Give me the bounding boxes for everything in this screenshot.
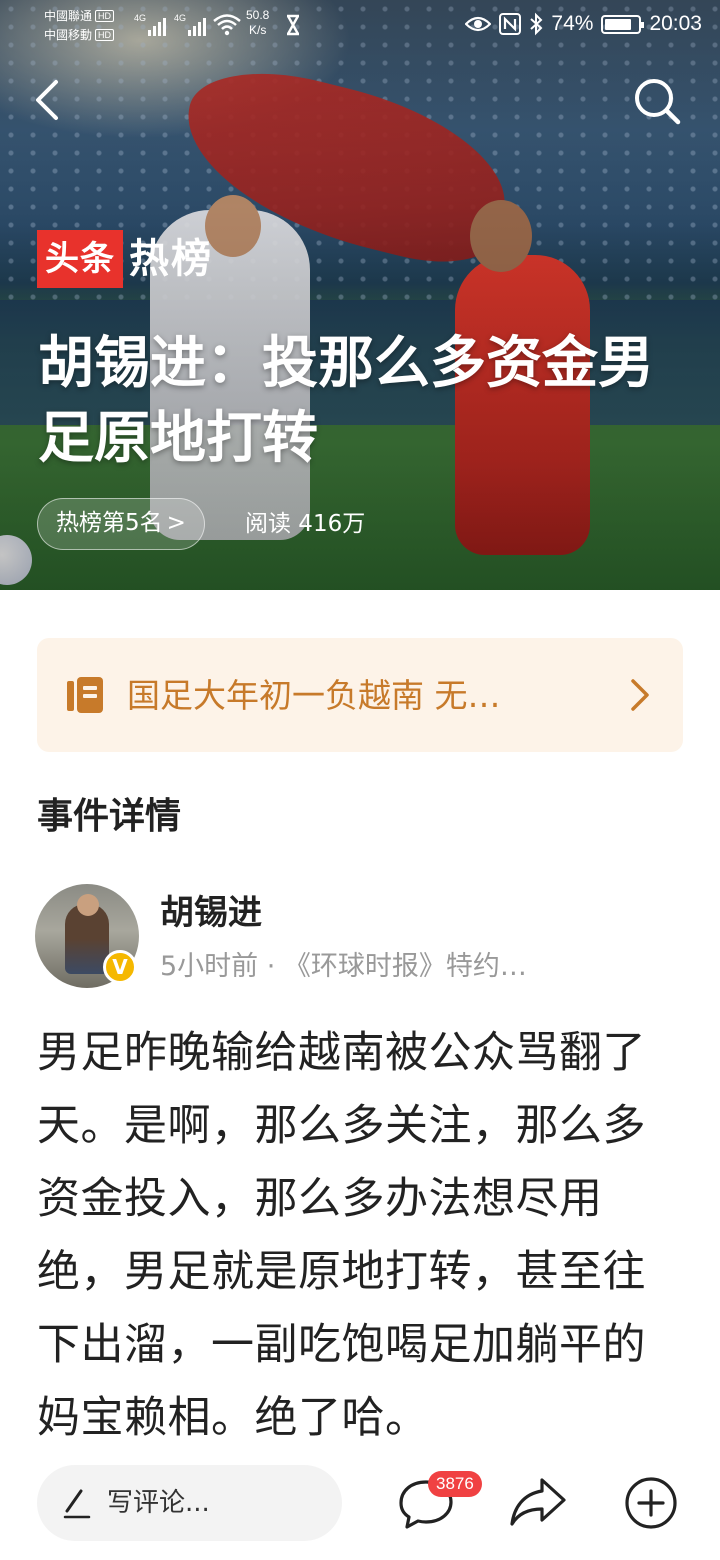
plus-circle-icon[interactable]	[624, 1476, 678, 1530]
hero-banner: 中國聯通 HD 中國移動 HD 4G 4G 50.8 K/s 74% 20:03…	[0, 0, 720, 590]
carrier-2-label: 中國移動	[44, 28, 93, 42]
rank-label: 热榜第5名	[56, 510, 163, 536]
signal-1-icon: 4G	[134, 14, 167, 36]
comment-input[interactable]: 写评论...	[37, 1465, 342, 1541]
carrier-1-label: 中國聯通	[44, 9, 93, 23]
eye-icon	[465, 16, 492, 32]
author-meta: 5小时前 · 《环球时报》特约…	[160, 951, 527, 982]
battery-icon	[601, 14, 645, 34]
verified-badge-icon: V	[103, 950, 137, 984]
signal-2-icon: 4G	[174, 14, 207, 36]
status-time: 20:03	[649, 12, 702, 35]
book-icon	[67, 677, 103, 713]
search-icon[interactable]	[632, 76, 682, 126]
hd-badge-1: HD	[95, 10, 115, 22]
chevron-right-icon: >	[166, 510, 186, 536]
brand-hotlist-label: 热榜	[129, 236, 213, 282]
carrier-info: 中國聯通 HD 中國移動 HD	[44, 7, 115, 45]
status-bar: 中國聯通 HD 中國移動 HD 4G 4G 50.8 K/s 74% 20:03	[0, 0, 720, 52]
share-icon[interactable]	[508, 1474, 568, 1530]
chevron-right-icon	[631, 679, 649, 711]
related-topic-card[interactable]: 国足大年初一负越南 无…	[37, 638, 683, 752]
rank-pill-button[interactable]: 热榜第5名 >	[37, 498, 205, 550]
hot-list-brand: 头条 热榜	[37, 230, 213, 288]
author-name[interactable]: 胡锡进	[160, 888, 262, 938]
comment-placeholder: 写评论...	[107, 1488, 210, 1518]
avatar-figure-head	[77, 894, 99, 916]
status-right: 74% 20:03	[465, 12, 702, 36]
section-heading: 事件详情	[37, 796, 182, 837]
topic-title: 国足大年初一负越南 无…	[127, 676, 501, 715]
comment-count-badge: 3876	[428, 1471, 482, 1497]
hd-badge-2: HD	[95, 29, 115, 41]
net-speed: 50.8 K/s	[246, 8, 270, 37]
nfc-icon	[499, 13, 522, 35]
read-count: 阅读 416万	[245, 511, 366, 537]
bluetooth-icon	[530, 12, 543, 36]
wifi-icon	[213, 14, 241, 36]
back-arrow-icon[interactable]	[28, 78, 68, 122]
brand-toutiao-label: 头条	[37, 230, 123, 288]
page-title: 胡锡进：投那么多资金男足原地打转	[38, 331, 654, 471]
pen-icon	[63, 1489, 91, 1519]
hourglass-icon	[286, 14, 300, 36]
battery-percent: 74%	[551, 12, 594, 35]
article-body[interactable]: 男足昨晚输给越南被公众骂翻了天。是啊，那么多关注，那么多资金投入，那么多办法想尽…	[37, 1017, 687, 1455]
